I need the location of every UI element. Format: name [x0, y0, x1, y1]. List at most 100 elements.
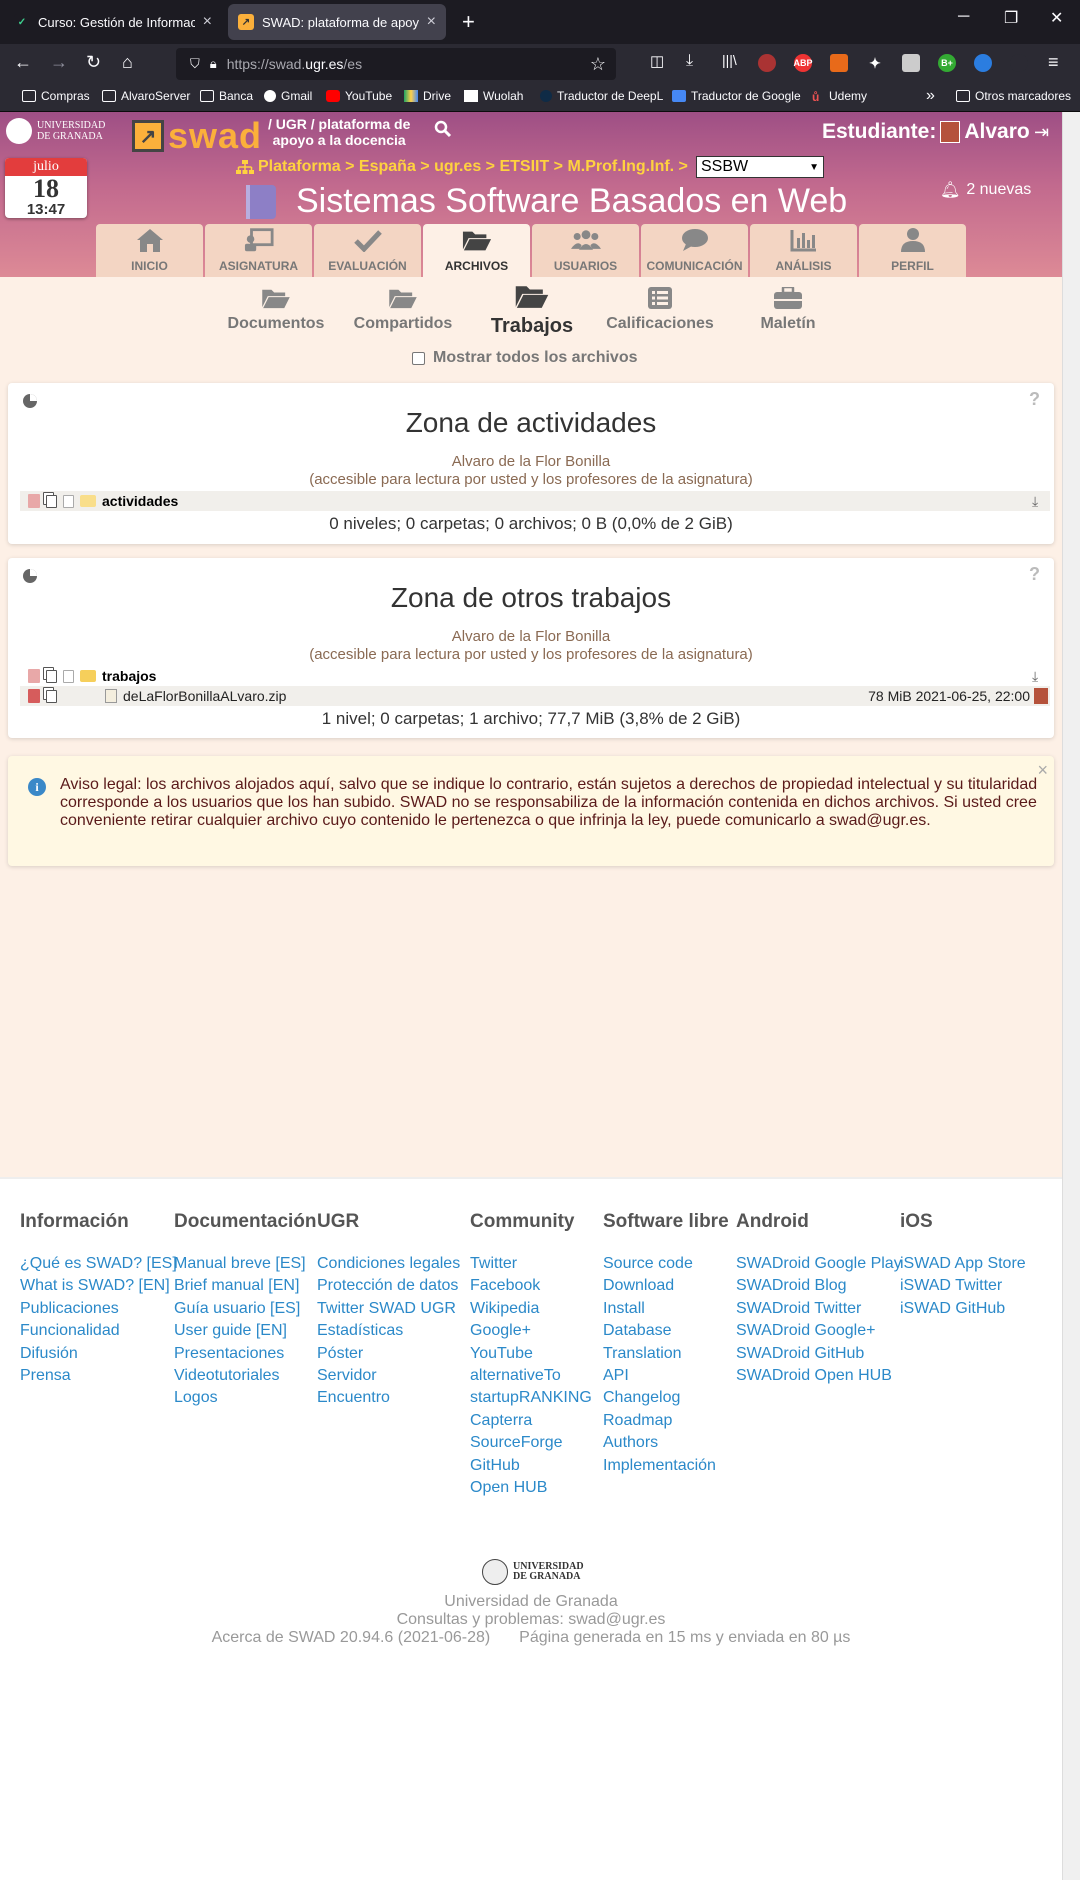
footer-link[interactable]: SWADroid GitHub: [736, 1343, 902, 1365]
bookmark-otros[interactable]: Otros marcadores: [956, 89, 1071, 103]
footer-link[interactable]: Twitter SWAD UGR: [317, 1298, 460, 1320]
download-icon[interactable]: ⤓: [686, 52, 693, 70]
footer-link[interactable]: Translation: [603, 1343, 729, 1365]
footer-link[interactable]: Capterra: [470, 1410, 592, 1432]
footer-link[interactable]: iSWAD App Store: [900, 1253, 1026, 1275]
folder-name[interactable]: actividades: [102, 493, 178, 509]
footer-link[interactable]: Authors: [603, 1432, 729, 1454]
footer-link[interactable]: startupRANKING: [470, 1387, 592, 1409]
subtab-trabajos[interactable]: Trabajos: [482, 283, 582, 338]
footer-link[interactable]: SWADroid Twitter: [736, 1298, 902, 1320]
bookmark-google-translate[interactable]: Traductor de Google: [672, 89, 801, 103]
copy-icon[interactable]: [46, 494, 57, 508]
trash-icon[interactable]: [28, 669, 40, 683]
ugr-footer-logo[interactable]: UNIVERSIDAD DE GRANADA: [482, 1559, 584, 1585]
file-name[interactable]: deLaFlorBonillaALvaro.zip: [123, 688, 286, 704]
pocket-icon[interactable]: ◫: [650, 52, 664, 70]
close-window-icon[interactable]: ✕: [1050, 8, 1063, 28]
footer-link[interactable]: Roadmap: [603, 1410, 729, 1432]
tab-close-icon[interactable]: ×: [427, 13, 436, 31]
restore-icon[interactable]: ❐: [1004, 8, 1018, 28]
footer-link[interactable]: Publicaciones: [20, 1298, 177, 1320]
folder-add-icon[interactable]: [80, 670, 96, 682]
more-bookmarks-icon[interactable]: »: [926, 87, 935, 105]
tab-close-icon[interactable]: ×: [203, 13, 212, 31]
footer-about[interactable]: Acerca de SWAD 20.94.6 (2021-06-28): [212, 1629, 491, 1646]
footer-link[interactable]: Logos: [174, 1387, 317, 1409]
footer-link[interactable]: Google+: [470, 1320, 592, 1342]
tab-archivos[interactable]: ARCHIVOS: [423, 224, 530, 277]
footer-link[interactable]: Condiciones legales: [317, 1253, 460, 1275]
course-select[interactable]: SSBW ▼: [696, 156, 824, 178]
bookmark-deepl[interactable]: Traductor de DeepL: [540, 89, 663, 103]
trash-icon[interactable]: [28, 689, 40, 703]
tab-asignatura[interactable]: ASIGNATURA: [205, 224, 312, 277]
copy-icon[interactable]: [46, 689, 57, 703]
paste-icon[interactable]: [63, 669, 74, 683]
footer-link[interactable]: API: [603, 1365, 729, 1387]
new-tab-button[interactable]: +: [462, 9, 475, 35]
footer-link[interactable]: Install: [603, 1298, 729, 1320]
footer-link[interactable]: Twitter: [470, 1253, 592, 1275]
footer-link[interactable]: Guía usuario [ES]: [174, 1298, 317, 1320]
minimize-icon[interactable]: ─: [958, 8, 969, 26]
forward-icon[interactable]: →: [50, 52, 68, 73]
paste-icon[interactable]: [63, 494, 74, 508]
copy-icon[interactable]: [46, 669, 57, 683]
footer-link[interactable]: Source code: [603, 1253, 729, 1275]
footer-link[interactable]: iSWAD GitHub: [900, 1298, 1026, 1320]
bookmark-udemy[interactable]: ů Udemy: [812, 89, 867, 104]
footer-link[interactable]: Difusión: [20, 1343, 177, 1365]
tab-comunicacion[interactable]: COMUNICACIÓN: [641, 224, 748, 277]
browser-tab-curso[interactable]: ✓ Curso: Gestión de Información e ×: [4, 4, 222, 40]
extensions-icon[interactable]: [1010, 54, 1028, 72]
extension-gear-icon[interactable]: [830, 54, 848, 72]
avatar[interactable]: [1034, 688, 1048, 704]
breadcrumb[interactable]: Plataforma > España > ugr.es > ETSIIT > …: [236, 158, 688, 176]
adblock-icon[interactable]: ABP: [794, 54, 813, 72]
footer-link[interactable]: Presentaciones: [174, 1343, 317, 1365]
bookmark-banca[interactable]: Banca: [200, 89, 253, 103]
extension-puzzle-icon[interactable]: [974, 54, 992, 72]
extension-b-plus-icon[interactable]: B+: [938, 54, 956, 72]
footer-link[interactable]: Facebook: [470, 1275, 592, 1297]
checkbox-icon[interactable]: [412, 351, 425, 365]
footer-link[interactable]: SWADroid Google+: [736, 1320, 902, 1342]
notifications-link[interactable]: 🔔︎ 2 nuevas: [940, 180, 1031, 200]
tab-usuarios[interactable]: USUARIOS: [532, 224, 639, 277]
footer-link[interactable]: Protección de datos: [317, 1275, 460, 1297]
subtab-compartidos[interactable]: Compartidos: [348, 283, 458, 333]
subtab-maletin[interactable]: Maletín: [746, 283, 830, 333]
search-icon[interactable]: [434, 120, 452, 138]
footer-link[interactable]: SourceForge: [470, 1432, 592, 1454]
logout-icon[interactable]: ⇥: [1034, 122, 1049, 143]
extension-user-icon[interactable]: [902, 54, 920, 72]
bookmark-drive[interactable]: Drive: [404, 89, 451, 103]
footer-link[interactable]: Open HUB: [470, 1477, 592, 1499]
menu-hamburger-icon[interactable]: ≡: [1048, 52, 1059, 73]
footer-link[interactable]: GitHub: [470, 1455, 592, 1477]
close-icon[interactable]: ×: [1037, 760, 1048, 781]
bookmark-youtube[interactable]: YouTube: [326, 89, 392, 103]
library-icon[interactable]: |||\: [722, 52, 737, 68]
scrollbar[interactable]: [1062, 112, 1080, 1880]
calendar-widget[interactable]: julio 18 13:47: [5, 158, 87, 218]
bookmark-alvaroserver[interactable]: AlvaroServer: [102, 89, 190, 103]
footer-link[interactable]: SWADroid Google Play: [736, 1253, 902, 1275]
footer-link[interactable]: What is SWAD? [EN]: [20, 1275, 177, 1297]
tab-perfil[interactable]: PERFIL: [859, 224, 966, 277]
download-icon[interactable]: ⤓: [1032, 494, 1046, 508]
tab-evaluacion[interactable]: EVALUACIÓN: [314, 224, 421, 277]
footer-link[interactable]: Estadísticas: [317, 1320, 460, 1342]
reload-icon[interactable]: ↻: [86, 52, 101, 73]
footer-link[interactable]: Download: [603, 1275, 729, 1297]
bookmark-gmail[interactable]: Gmail: [264, 89, 312, 103]
bookmark-star-icon[interactable]: ☆: [590, 54, 606, 75]
footer-link[interactable]: Brief manual [EN]: [174, 1275, 317, 1297]
tab-inicio[interactable]: INICIO: [96, 224, 203, 277]
footer-link[interactable]: Prensa: [20, 1365, 177, 1387]
show-all-files-checkbox[interactable]: Mostrar todos los archivos: [412, 349, 638, 367]
footer-link[interactable]: User guide [EN]: [174, 1320, 317, 1342]
browser-tab-swad[interactable]: ↗ SWAD: plataforma de apoyo a la ×: [228, 4, 446, 40]
footer-link[interactable]: Servidor: [317, 1365, 460, 1387]
